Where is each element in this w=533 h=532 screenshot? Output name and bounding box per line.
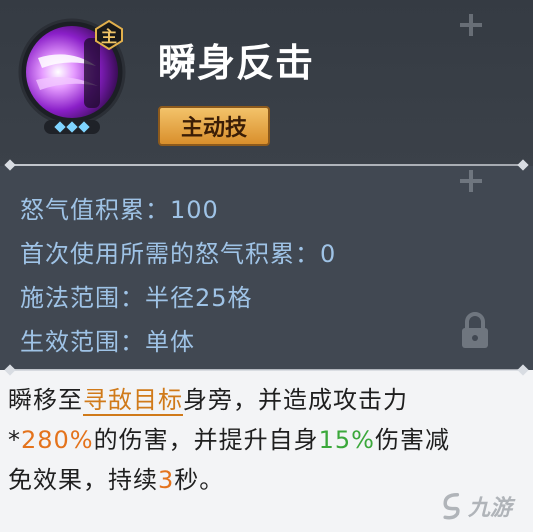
skill-type-tag: 主动技 bbox=[158, 106, 270, 146]
description-text: * bbox=[8, 426, 21, 454]
stat-rage-accumulation: 怒气值积累：100 bbox=[20, 190, 219, 225]
stat-label: 施法范围： bbox=[20, 284, 145, 312]
lock-icon bbox=[462, 312, 488, 348]
section-divider bbox=[8, 164, 525, 166]
stat-value: 半径25格 bbox=[145, 284, 253, 312]
description-text: 秒。 bbox=[174, 466, 225, 494]
duration-seconds: 3 bbox=[158, 466, 175, 494]
stat-cast-range: 施法范围：半径25格 bbox=[20, 278, 253, 313]
section-divider bbox=[8, 369, 525, 371]
level-gems bbox=[44, 120, 100, 134]
stat-label: 怒气值积累： bbox=[20, 196, 170, 224]
stat-value: 单体 bbox=[145, 328, 195, 356]
stat-effect-range: 生效范围：单体 bbox=[20, 322, 195, 357]
plus-icon bbox=[460, 170, 482, 192]
description-line: *280%的伤害，并提升自身15%伤害减 bbox=[8, 420, 528, 460]
watermark-logo: 九游 bbox=[440, 486, 530, 526]
description-text: 伤害减 bbox=[374, 426, 450, 454]
description-text: 免效果，持续 bbox=[8, 466, 158, 494]
plus-icon bbox=[460, 14, 482, 36]
stat-value: 100 bbox=[170, 196, 219, 224]
description-text: 的伤害，并提升自身 bbox=[93, 426, 319, 454]
stat-label: 首次使用所需的怒气积累： bbox=[20, 240, 320, 268]
watermark-text: 九游 bbox=[468, 496, 513, 521]
stat-first-use-rage: 首次使用所需的怒气积累：0 bbox=[20, 234, 336, 269]
stat-value: 0 bbox=[320, 240, 337, 268]
damage-reduction-percent: 15% bbox=[318, 426, 375, 454]
badge-label: 主 bbox=[100, 27, 117, 46]
skill-description: 瞬移至寻敌目标身旁，并造成攻击力 *280%的伤害，并提升自身15%伤害减 免效… bbox=[8, 380, 528, 500]
description-text: 瞬移至 bbox=[8, 386, 83, 414]
gem-icon bbox=[66, 121, 78, 133]
damage-percent: 280% bbox=[21, 426, 94, 454]
stat-label: 生效范围： bbox=[20, 328, 145, 356]
description-line: 瞬移至寻敌目标身旁，并造成攻击力 bbox=[8, 380, 528, 420]
gem-icon bbox=[54, 121, 66, 133]
target-link[interactable]: 寻敌目标 bbox=[83, 386, 183, 416]
description-text: 身旁，并造成攻击力 bbox=[183, 386, 408, 414]
logo-icon bbox=[443, 492, 460, 520]
skill-name: 瞬身反击 bbox=[158, 41, 315, 85]
main-skill-badge: 主 bbox=[94, 19, 124, 51]
gem-icon bbox=[78, 121, 90, 133]
